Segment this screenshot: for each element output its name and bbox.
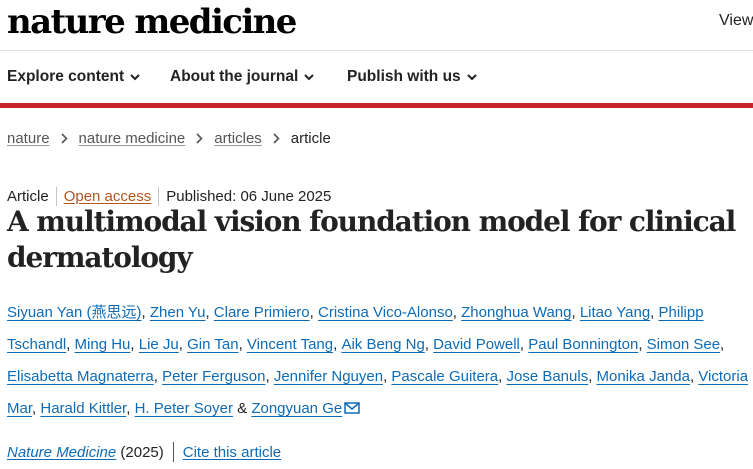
author-link[interactable]: Ming Hu <box>75 336 131 353</box>
chevron-down-icon <box>304 73 315 80</box>
author-link[interactable]: Paul Bonnington <box>528 336 638 353</box>
open-access-link[interactable]: Open access <box>64 188 152 205</box>
chevron-right-icon <box>60 133 68 144</box>
author-link[interactable]: H. Peter Soyer <box>135 400 233 417</box>
author-item: Harald Kittler, <box>40 400 135 417</box>
author-link[interactable]: Aik Beng Ng <box>341 336 424 353</box>
envelope-icon[interactable] <box>344 402 360 414</box>
journal-name-link[interactable]: Nature Medicine <box>7 444 116 461</box>
author-item: Aik Beng Ng, <box>341 336 434 353</box>
author-conjunction: & <box>237 400 248 417</box>
chevron-down-icon <box>130 73 140 80</box>
author-item: Simon See, <box>646 336 725 353</box>
author-link[interactable]: Gin Tan <box>187 336 238 353</box>
author-item: Pascale Guitera, <box>391 368 507 385</box>
author-list: Siyuan Yan (燕思远), Zhen Yu, Clare Primier… <box>7 297 753 425</box>
author-link[interactable]: Siyuan Yan (燕思远) <box>7 304 142 321</box>
article-type: Article <box>7 188 49 205</box>
author-link[interactable]: Simon See <box>647 336 720 353</box>
author-link[interactable]: Harald Kittler <box>40 400 126 417</box>
author-item: Vincent Tang, <box>246 336 342 353</box>
chevron-right-icon <box>273 133 280 144</box>
site-logo[interactable]: nature medicine <box>7 0 297 44</box>
author-item: Zhonghua Wang, <box>461 304 580 321</box>
nav-item-label: Explore content <box>7 68 125 85</box>
author-item: Zhen Yu, <box>149 304 214 321</box>
site-header: nature medicine View <box>0 0 753 50</box>
author-link[interactable]: Zhonghua Wang <box>461 304 571 321</box>
cite-this-article-link[interactable]: Cite this article <box>183 444 281 461</box>
author-link[interactable]: Zongyuan Ge <box>251 400 342 417</box>
author-item: Cristina Vico-Alonso, <box>318 304 462 321</box>
author-item: Monika Janda, <box>596 368 699 385</box>
author-link[interactable]: Lie Ju <box>139 336 179 353</box>
view-link[interactable]: View <box>719 12 753 30</box>
main-nav: Explore content About the journal Publis… <box>0 51 753 103</box>
breadcrumb-articles[interactable]: articles <box>214 130 262 147</box>
nav-accent-bar <box>0 103 753 108</box>
author-item: Gin Tan, <box>187 336 247 353</box>
nav-about-journal[interactable]: About the journal <box>170 68 315 86</box>
author-link[interactable]: Jennifer Nguyen <box>274 368 383 385</box>
author-item: Peter Ferguson, <box>162 368 274 385</box>
author-link[interactable]: Elisabetta Magnaterra <box>7 368 154 385</box>
author-item: Zongyuan Ge <box>251 400 360 417</box>
published-date: Published: 06 June 2025 <box>166 188 332 205</box>
author-item: Elisabetta Magnaterra, <box>7 368 163 385</box>
author-link[interactable]: Zhen Yu <box>150 304 206 321</box>
author-link[interactable]: Monika Janda <box>597 368 690 385</box>
nav-item-label: Publish with us <box>347 68 461 85</box>
breadcrumb-nature[interactable]: nature <box>7 130 50 147</box>
author-link[interactable]: Vincent Tang <box>247 336 333 353</box>
author-link[interactable]: Pascale Guitera <box>391 368 498 385</box>
author-item: Paul Bonnington, <box>528 336 647 353</box>
author-link[interactable]: Clare Primiero <box>214 304 310 321</box>
author-link[interactable]: David Powell <box>433 336 520 353</box>
author-item: Lie Ju, <box>138 336 188 353</box>
breadcrumb-nature-medicine[interactable]: nature medicine <box>79 130 186 147</box>
author-item: H. Peter Soyer & <box>135 400 252 417</box>
author-item: Clare Primiero, <box>213 304 318 321</box>
nav-explore-content[interactable]: Explore content <box>7 68 140 86</box>
author-item: Ming Hu, <box>74 336 139 353</box>
author-link[interactable]: Peter Ferguson <box>162 368 265 385</box>
publication-year: (2025) <box>120 443 164 461</box>
author-item: Siyuan Yan (燕思远), <box>7 304 150 321</box>
author-item: Jennifer Nguyen, <box>273 368 392 385</box>
breadcrumb: nature nature medicine articles article <box>7 130 331 147</box>
nav-publish-with-us[interactable]: Publish with us <box>347 68 477 86</box>
chevron-down-icon <box>466 73 477 80</box>
author-link[interactable]: Litao Yang <box>580 304 650 321</box>
citation-line: Nature Medicine (2025) Cite this article <box>7 442 281 462</box>
chevron-right-icon <box>196 133 203 144</box>
author-item: Jose Banuls, <box>506 368 597 385</box>
author-link[interactable]: Cristina Vico-Alonso <box>318 304 453 321</box>
nav-item-label: About the journal <box>170 68 299 85</box>
author-item: Litao Yang, <box>579 304 659 321</box>
breadcrumb-current: article <box>290 130 331 147</box>
article-title: A multimodal vision foundation model for… <box>7 205 736 274</box>
author-link[interactable]: Jose Banuls <box>506 368 588 385</box>
citation-divider <box>172 442 174 462</box>
author-item: David Powell, <box>433 336 529 353</box>
